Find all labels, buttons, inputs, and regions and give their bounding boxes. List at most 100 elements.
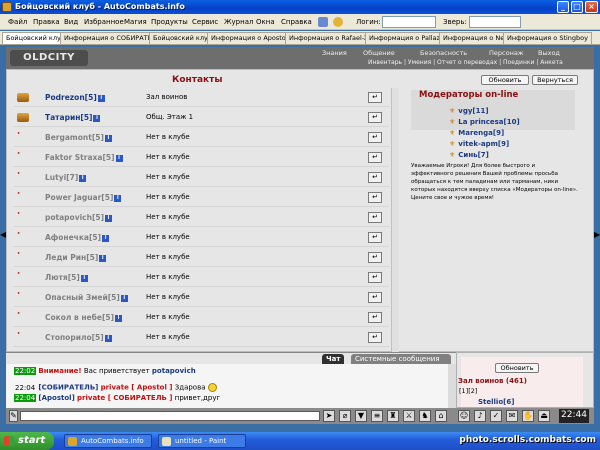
filter-icon[interactable]: ▼ bbox=[355, 410, 367, 422]
moderator-name[interactable]: vitek-apm[9] bbox=[458, 140, 509, 148]
tab-info-apostol[interactable]: Информация о Apostol bbox=[207, 32, 292, 44]
login-field[interactable] bbox=[382, 16, 436, 28]
contact-name[interactable]: Faktor Straxa bbox=[45, 153, 102, 162]
room-player[interactable]: Stellio[6] bbox=[478, 398, 514, 406]
contact-name[interactable]: Podrezon bbox=[45, 93, 85, 102]
info-icon[interactable]: i bbox=[80, 274, 88, 282]
menu-products[interactable]: Продукты bbox=[151, 18, 188, 26]
chat-private-target[interactable]: private [ Apostol ] bbox=[101, 384, 173, 392]
hands-icon[interactable]: ✋ bbox=[522, 410, 534, 422]
contact-name[interactable]: Сокол в небе bbox=[45, 313, 102, 322]
reply-button[interactable]: ↵ bbox=[368, 152, 382, 163]
moderator-item[interactable]: ⚜ La princesa[10] bbox=[449, 118, 520, 126]
chat-time[interactable]: 22:02 bbox=[14, 367, 37, 375]
reply-button[interactable]: ↵ bbox=[368, 172, 382, 183]
moderator-name[interactable]: Синь[7] bbox=[458, 151, 489, 159]
tab-info-neji[interactable]: Информация о Neji bbox=[439, 32, 512, 44]
smiley-icon[interactable] bbox=[333, 17, 343, 27]
nav-exit[interactable]: Выход bbox=[538, 49, 560, 57]
chat-settings-icon[interactable]: ≡ bbox=[371, 410, 383, 422]
clear-icon[interactable]: ⌀ bbox=[339, 410, 351, 422]
nav-security[interactable]: Безопасность bbox=[420, 49, 467, 57]
moderator-name[interactable]: Marenga[9] bbox=[458, 129, 504, 137]
info-icon[interactable]: i bbox=[105, 214, 113, 222]
contact-name[interactable]: Power Jaguar bbox=[45, 193, 101, 202]
tab-fightclub-2[interactable]: Бойцовский клуб bbox=[149, 32, 216, 44]
info-icon[interactable]: i bbox=[97, 94, 105, 102]
tab-fightclub-1[interactable]: Бойцовский клуб bbox=[2, 32, 69, 44]
moderator-item[interactable]: ⚜ vitek-apm[9] bbox=[449, 140, 509, 148]
info-icon[interactable]: i bbox=[99, 254, 107, 262]
reply-button[interactable]: ↵ bbox=[368, 252, 382, 263]
smiles-icon[interactable]: ☺ bbox=[458, 410, 470, 422]
reply-button[interactable]: ↵ bbox=[368, 272, 382, 283]
close-button[interactable]: × bbox=[585, 1, 598, 13]
chat-private-target[interactable]: private [ СОБИРАТЕЛЬ ] bbox=[77, 394, 173, 402]
contact-list-scrollbar[interactable] bbox=[391, 88, 399, 353]
menu-journal[interactable]: Журнал bbox=[224, 18, 253, 26]
chat-scrollbar[interactable] bbox=[448, 364, 456, 408]
moderator-item[interactable]: ⚜ Marenga[9] bbox=[449, 129, 504, 137]
menu-view[interactable]: Вид bbox=[64, 18, 78, 26]
chat-input[interactable] bbox=[20, 411, 320, 421]
maximize-button[interactable]: □ bbox=[571, 1, 583, 13]
moderator-item[interactable]: ⚜ vgy[11] bbox=[449, 107, 489, 115]
music-icon[interactable]: ♪ bbox=[474, 410, 486, 422]
menu-edit[interactable]: Правка bbox=[33, 18, 60, 26]
contact-name[interactable]: Bergamont bbox=[45, 133, 92, 142]
info-icon[interactable]: i bbox=[79, 174, 87, 182]
nav-character[interactable]: Персонаж bbox=[489, 49, 524, 57]
reply-button[interactable]: ↵ bbox=[368, 332, 382, 343]
tab-info-stingboy[interactable]: Информация о Stingboy bbox=[503, 32, 593, 44]
tab-info-pallazio[interactable]: Информация о Pallazio bbox=[365, 32, 450, 44]
contact-name[interactable]: Lutyi bbox=[45, 173, 66, 182]
room-pages[interactable]: [1][2] bbox=[459, 387, 477, 395]
contact-name[interactable]: Стопорило bbox=[45, 333, 92, 342]
menu-file[interactable]: Файл bbox=[8, 18, 27, 26]
reply-button[interactable]: ↵ bbox=[368, 292, 382, 303]
nav-knowledge[interactable]: Знания bbox=[322, 49, 347, 57]
fight-icon[interactable]: ⚔ bbox=[403, 410, 415, 422]
reply-button[interactable]: ↵ bbox=[368, 232, 382, 243]
contact-name[interactable]: Опасный Змей bbox=[45, 293, 108, 302]
moderator-name[interactable]: La princesa[10] bbox=[458, 118, 519, 126]
task-paint[interactable]: untitled - Paint bbox=[158, 434, 246, 448]
chat-author[interactable]: [СОБИРАТЕЛЬ] bbox=[38, 384, 98, 392]
chat-time[interactable]: 22:04 bbox=[14, 394, 37, 402]
room-refresh-button[interactable]: Обновить bbox=[495, 363, 539, 373]
map-icon[interactable]: ⌂ bbox=[435, 410, 447, 422]
chat-author[interactable]: [Apostol] bbox=[38, 394, 74, 402]
chat-mode-icon[interactable]: ✎ bbox=[9, 410, 18, 422]
back-icon[interactable] bbox=[318, 17, 328, 27]
reply-button[interactable]: ↵ bbox=[368, 212, 382, 223]
nav-communication[interactable]: Общение bbox=[363, 49, 395, 57]
menu-windows[interactable]: Окна bbox=[256, 18, 275, 26]
info-icon[interactable]: i bbox=[104, 134, 112, 142]
task-autocombats[interactable]: AutoCombats.info bbox=[64, 434, 152, 448]
contact-name[interactable]: Лютя bbox=[45, 273, 68, 282]
stats-icon[interactable]: ♞ bbox=[419, 410, 431, 422]
info-icon[interactable]: i bbox=[114, 194, 122, 202]
beast-field[interactable] bbox=[469, 16, 521, 28]
info-icon[interactable]: i bbox=[115, 154, 123, 162]
moderator-name[interactable]: vgy[11] bbox=[458, 107, 488, 115]
send-icon[interactable]: ➤ bbox=[323, 410, 335, 422]
reply-button[interactable]: ↵ bbox=[368, 192, 382, 203]
moderator-item[interactable]: ⚜ Синь[7] bbox=[449, 151, 489, 159]
nav-submenu[interactable]: Инвентарь | Умения | Отчет о переводах |… bbox=[368, 59, 563, 66]
quest-icon[interactable]: ✓ bbox=[490, 410, 502, 422]
contact-name[interactable]: Татарин bbox=[45, 113, 80, 122]
menu-favorites[interactable]: Избранное bbox=[84, 18, 124, 26]
info-icon[interactable]: i bbox=[93, 114, 101, 122]
reply-button[interactable]: ↵ bbox=[368, 312, 382, 323]
mail-icon[interactable]: ✉ bbox=[506, 410, 518, 422]
right-arrow-icon[interactable]: ▶ bbox=[594, 230, 600, 240]
reply-button[interactable]: ↵ bbox=[368, 112, 382, 123]
info-icon[interactable]: i bbox=[115, 314, 123, 322]
reply-button[interactable]: ↵ bbox=[368, 132, 382, 143]
exit-icon[interactable]: ⏏ bbox=[538, 410, 550, 422]
chat-author[interactable]: potapovich bbox=[152, 367, 196, 375]
back-button[interactable]: Вернуться bbox=[532, 75, 578, 85]
reply-button[interactable]: ↵ bbox=[368, 92, 382, 103]
refresh-button[interactable]: Обновить bbox=[481, 75, 529, 85]
